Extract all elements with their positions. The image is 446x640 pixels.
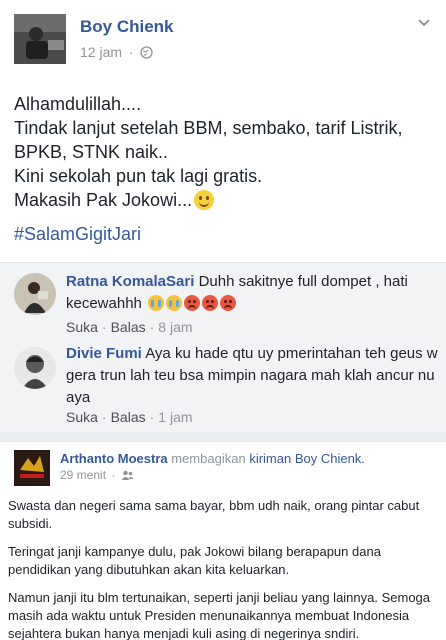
post-meta: 12 jam · [80, 44, 154, 62]
original-post: Boy Chienk 12 jam · Alhamdulillah.... Ti… [0, 0, 446, 262]
comment-text-block: Ratna KomalaSari Duhh sakitnye full domp… [66, 271, 438, 315]
crying-emoji-icon [148, 295, 165, 311]
commenter-name[interactable]: Ratna KomalaSari [66, 273, 194, 290]
share-paragraph: Teringat janji kampanye dulu, pak Jokowi… [8, 544, 381, 577]
commenter-avatar[interactable] [14, 273, 56, 315]
post-line: Makasih Pak Jokowi... [14, 190, 193, 210]
commenter-avatar[interactable] [14, 347, 56, 389]
post-line: Tindak lanjut setelah BBM, sembako, tari… [14, 118, 403, 138]
crying-emoji-icon [166, 295, 183, 311]
comment-time[interactable]: 8 jam [158, 319, 192, 335]
post-body: Alhamdulillah.... Tindak lanjut setelah … [14, 92, 434, 212]
share-paragraph: Namun janji itu blm tertunaikan, seperti… [8, 590, 431, 640]
sharer-name[interactable]: Arthanto Moestra [60, 451, 168, 466]
angry-emoji-icon [202, 295, 219, 311]
share-action: membagikan [171, 451, 246, 466]
share-meta: 29 menit · [60, 468, 134, 484]
shared-post-link[interactable]: kiriman Boy Chienk. [249, 451, 365, 466]
post-line: BPKB, STNK naik.. [14, 142, 169, 162]
share-time[interactable]: 29 menit [60, 468, 106, 482]
angry-emoji-icon [220, 295, 237, 311]
share-paragraph: Swasta dan negeri sama sama bayar, bbm u… [8, 498, 420, 531]
feed-divider [0, 432, 446, 442]
post-line: Alhamdulillah.... [14, 94, 142, 114]
share-header: Arthanto Moestra membagikan kiriman Boy … [60, 450, 440, 468]
post-time[interactable]: 12 jam [80, 44, 122, 60]
hashtag-link[interactable]: #SalamGigitJari [14, 224, 141, 245]
comment-text-block: Divie Fumi Aya ku hade qtu uy pmerintaha… [66, 343, 438, 409]
chevron-down-icon[interactable] [416, 14, 432, 30]
angry-emoji-icon [184, 295, 201, 311]
shared-post: Arthanto Moestra membagikan kiriman Boy … [0, 442, 446, 640]
comment-time[interactable]: 1 jam [158, 409, 192, 425]
smile-emoji-icon [194, 190, 215, 210]
comments-section: Ratna KomalaSari Duhh sakitnye full domp… [0, 262, 446, 432]
author-avatar[interactable] [14, 14, 66, 64]
like-link[interactable]: Suka [66, 409, 98, 425]
commenter-name[interactable]: Divie Fumi [66, 345, 142, 362]
like-link[interactable]: Suka [66, 319, 98, 335]
reply-link[interactable]: Balas [111, 319, 146, 335]
globe-icon [140, 46, 154, 62]
sharer-avatar[interactable] [14, 450, 50, 486]
post-line-with-emoji: Makasih Pak Jokowi... [14, 188, 434, 212]
friends-icon [121, 470, 134, 484]
reply-link[interactable]: Balas [111, 409, 146, 425]
share-body: Swasta dan negeri sama sama bayar, bbm u… [8, 497, 440, 640]
post-line: Kini sekolah pun tak lagi gratis. [14, 166, 263, 186]
comment-actions: Suka · Balas · 8 jam [66, 319, 193, 335]
comment-actions: Suka · Balas · 1 jam [66, 409, 193, 425]
post-author-name[interactable]: Boy Chienk [80, 17, 174, 37]
